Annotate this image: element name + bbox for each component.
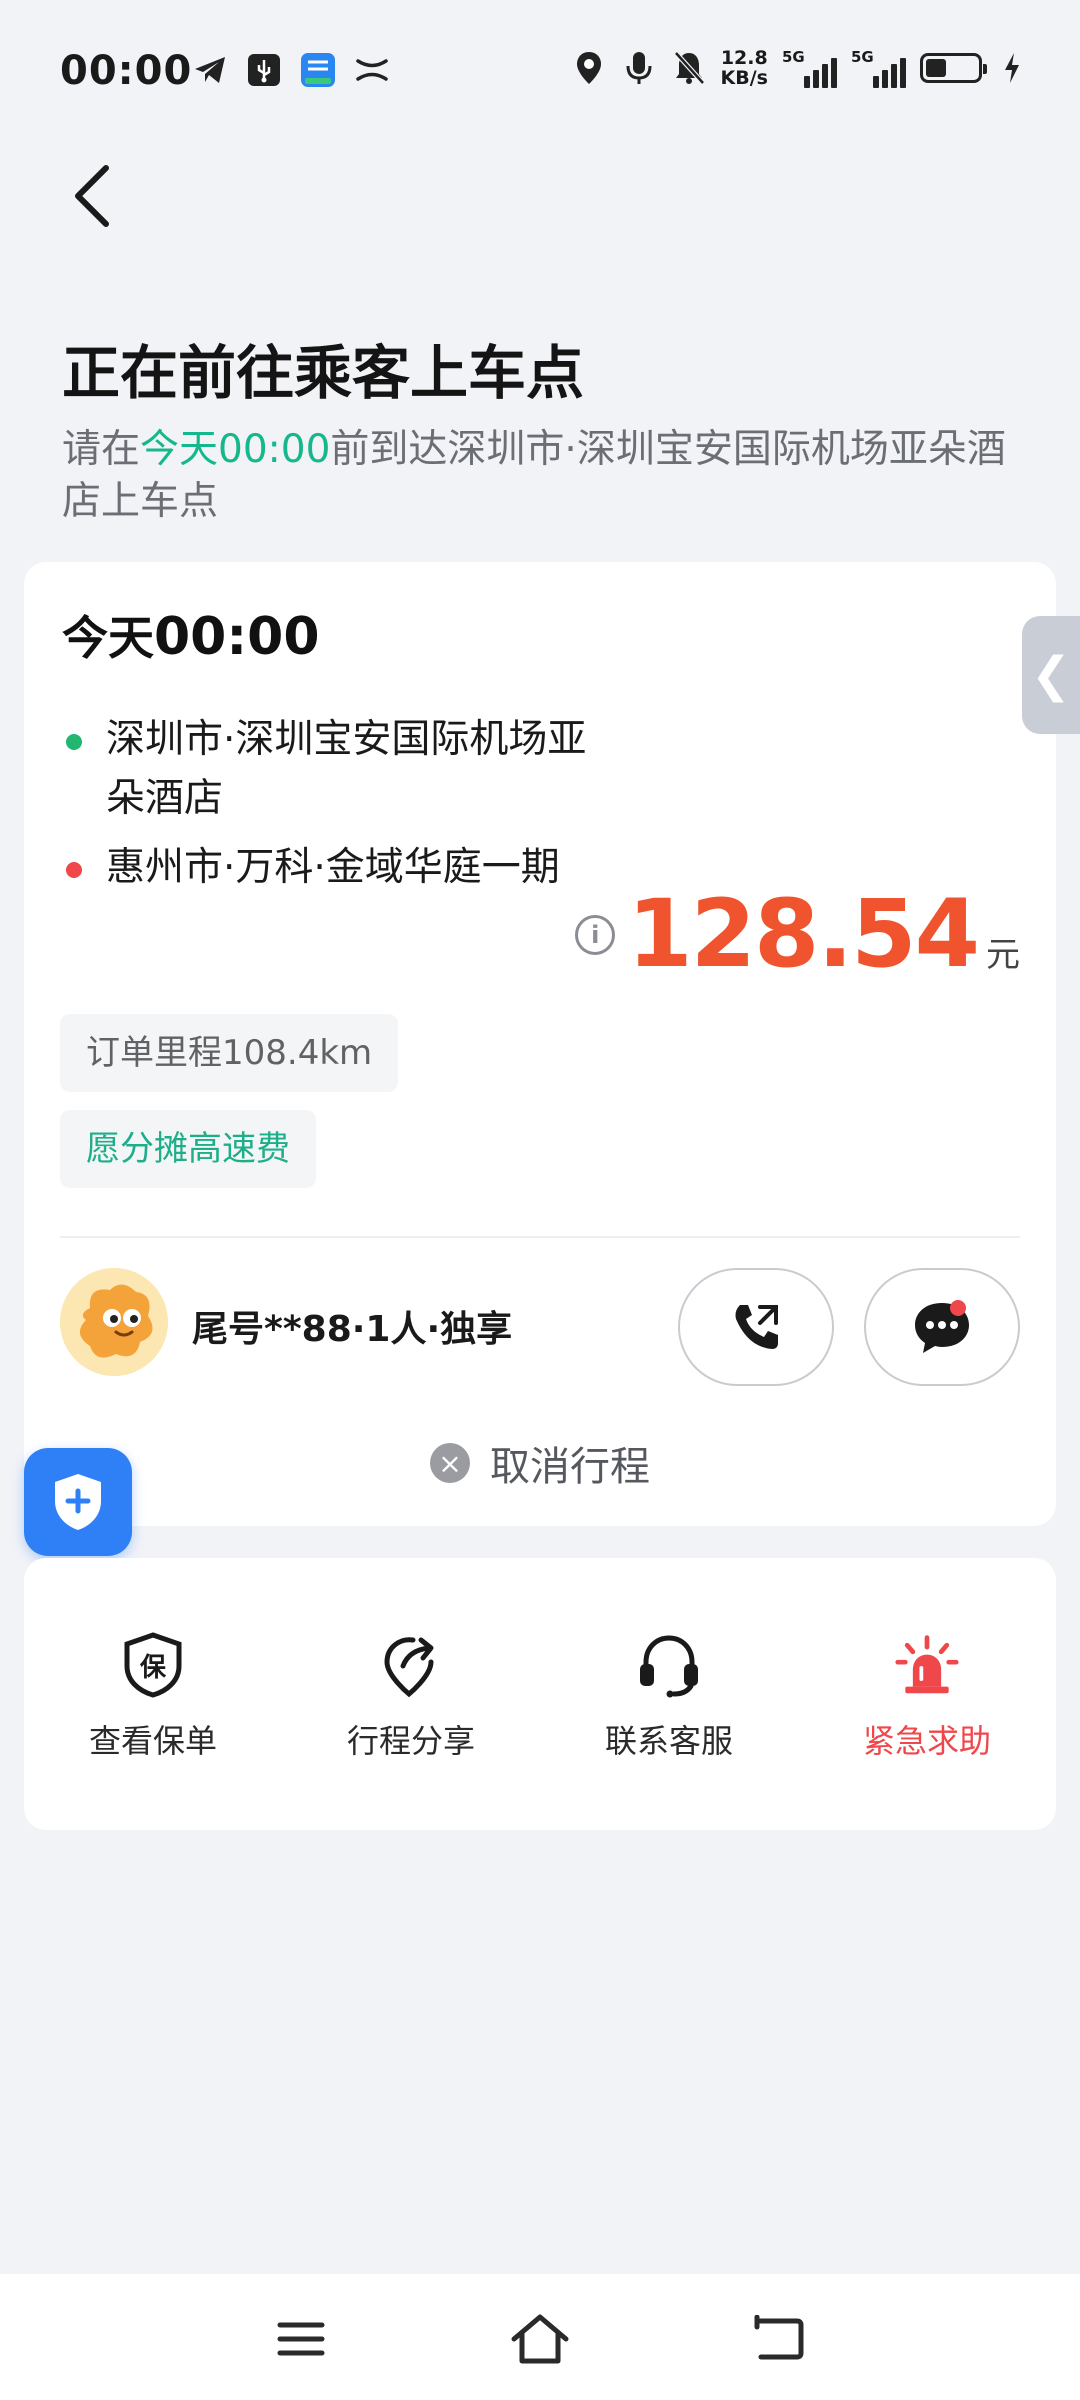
status-bar: 00:00 12.8 KB/s 5G 5G [0,0,1080,140]
page-title: 正在前往乘客上车点 [62,339,585,407]
signal-icon: 5G [851,48,906,88]
alarm-icon [894,1632,960,1698]
view-policy-label: 查看保单 [88,1722,217,1760]
signal-icon: 5G [782,48,837,88]
order-datetime: 今天00:00 [62,602,320,668]
emergency-help-button[interactable]: 紧急求助 [798,1558,1056,1830]
order-day: 今天 [62,611,154,665]
charging-icon [1002,50,1022,86]
contact-support-button[interactable]: 联系客服 [540,1558,798,1830]
distance-chip: 订单里程108.4km [60,1014,399,1092]
price-unit: 元 [986,935,1020,975]
order-time: 00:00 [154,607,320,667]
subtitle-prefix: 请在 [62,427,141,472]
share-trip-icon [378,1632,444,1698]
policy-glyph: 保 [139,1653,167,1683]
view-policy-button[interactable]: 保 查看保单 [24,1558,282,1830]
back-nav-button[interactable] [744,2304,814,2374]
page-subtitle: 请在今天00:00前到达深圳市·深圳宝安国际机场亚朵酒店上车点 [62,424,1022,528]
safety-actions-card: 保 查看保单 行程分享 联系客服 紧急求助 [24,1558,1056,1830]
share-trip-button[interactable]: 行程分享 [282,1558,540,1830]
signal-tag: 5G [782,48,805,66]
return-icon [754,2315,804,2360]
headset-icon [636,1632,702,1698]
dropoff-dot-icon [66,862,82,878]
back-button[interactable] [62,160,132,230]
cancel-trip-label: 取消行程 [490,1444,650,1490]
pickup-location: 深圳市·深圳宝安国际机场亚朵酒店 [62,710,622,828]
message-button[interactable] [864,1268,1020,1386]
passenger-info: 尾号**88·1人·独享 [192,1309,513,1350]
order-card: 今天00:00 深圳市·深圳宝安国际机场亚朵酒店 惠州市·万科·金域华庭一期 i… [24,562,1056,1526]
pickup-dot-icon [66,734,82,750]
home-button[interactable] [505,2304,575,2374]
location-icon [571,50,607,86]
bell-off-icon [671,50,707,86]
status-left-icons [192,52,390,88]
divider [60,1236,1020,1238]
home-icon [511,2314,569,2364]
unread-dot-icon [950,1300,966,1316]
shield-icon [55,1474,101,1530]
signal-tag: 5G [851,48,874,66]
system-nav-bar [0,2274,1080,2400]
net-speed-unit: KB/s [720,67,768,89]
route: 深圳市·深圳宝安国际机场亚朵酒店 惠州市·万科·金域华庭一期 [62,710,622,897]
price-value: 128.54 [627,880,980,989]
telegram-icon [192,52,228,88]
policy-icon: 保 [120,1632,186,1698]
contact-support-label: 联系客服 [604,1722,733,1760]
subtitle-time: 今天00:00 [140,427,331,472]
dropoff-location: 惠州市·万科·金域华庭一期 [62,838,622,897]
cancel-trip-button[interactable]: × 取消行程 [24,1434,1056,1492]
x-app-icon [354,52,390,88]
price-info-icon[interactable]: i [575,914,616,955]
usb-debug-icon [246,52,282,88]
menu-icon [277,2322,325,2356]
battery-icon [920,53,987,83]
net-speed-value: 12.8 [720,47,768,69]
dropoff-label: 惠州市·万科·金域华庭一期 [106,845,560,890]
close-icon: × [430,1443,470,1483]
avatar [60,1268,168,1376]
toll-chip: 愿分摊高速费 [60,1110,316,1188]
menu-button[interactable] [266,2304,336,2374]
pickup-label: 深圳市·深圳宝安国际机场亚朵酒店 [106,717,587,821]
call-button[interactable] [678,1268,834,1386]
phone-icon [735,1305,778,1349]
emergency-help-label: 紧急求助 [862,1722,991,1760]
safety-shield-button[interactable] [24,1448,132,1556]
chevron-left-icon [75,165,109,227]
side-collapse-tab[interactable]: ❮ [1022,616,1080,734]
app-notification-icon [300,52,336,88]
status-right-icons: 12.8 KB/s 5G 5G [571,48,1022,88]
status-time: 00:00 [60,48,193,94]
mic-icon [621,50,657,86]
net-speed: 12.8 KB/s [721,48,768,88]
price: i 128.54 元 [575,880,1020,989]
share-trip-label: 行程分享 [346,1722,475,1760]
